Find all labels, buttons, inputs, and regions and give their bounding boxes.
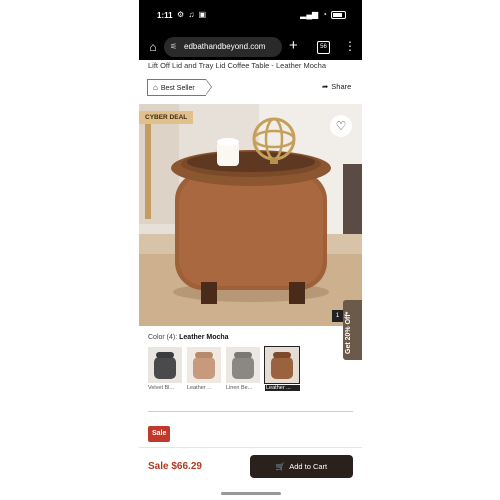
url-bar[interactable]: ⚟ edbathandbeyond.com <box>164 37 282 57</box>
ottoman-photo <box>139 104 362 326</box>
swatch-image <box>226 347 260 383</box>
home-badge-icon: ⌂ <box>153 83 158 92</box>
notification-icons: ⚙ ♫ ▣ <box>177 10 208 19</box>
color-swatches: Velvet Bl... Leather ... Linen Be... Lea… <box>148 346 362 397</box>
swatch-image <box>264 346 300 384</box>
tab-switcher-button[interactable]: 56 <box>317 41 330 54</box>
wishlist-heart-icon[interactable]: ♡ <box>330 115 352 137</box>
purchase-bar: Sale $66.29 🛒 Add to Cart <box>139 447 362 490</box>
promo-tab[interactable]: Get 20% Off* <box>343 300 362 360</box>
swatch-image <box>148 347 182 383</box>
cart-icon: 🛒 <box>275 462 286 471</box>
battery-icon <box>331 10 346 19</box>
product-image[interactable]: CYBER DEAL ♡ 1 <box>139 104 362 326</box>
swatch-linen[interactable]: Linen Be... <box>226 347 260 395</box>
sale-badge: Sale <box>148 426 171 442</box>
swatch-label: Leather ... <box>265 385 300 391</box>
selected-color-name: Leather Mocha <box>179 334 229 341</box>
status-time: 1:11 <box>157 11 173 20</box>
status-bar: 1:11 ⚙ ♫ ▣ ▂▄▆ ◔ <box>139 0 362 34</box>
swatch-label: Leather ... <box>187 385 212 391</box>
promo-label: Get 20% Off* <box>345 311 352 354</box>
share-icon: ➦ <box>322 82 329 91</box>
product-title: Lift Off Lid and Tray Lid Coffee Table -… <box>148 61 327 70</box>
gesture-bar[interactable] <box>221 492 281 495</box>
url-text: edbathandbeyond.com <box>184 42 266 51</box>
swatch-velvet[interactable]: Velvet Bl... <box>148 347 182 395</box>
image-index-indicator: 1 <box>332 310 343 322</box>
share-label: Share <box>331 82 352 91</box>
swatch-label: Velvet Bl... <box>148 385 174 391</box>
add-to-cart-label: Add to Cart <box>289 462 328 471</box>
share-button[interactable]: ➦ Share <box>322 82 351 91</box>
system-icons: ▂▄▆ ◔ <box>300 10 346 19</box>
more-menu-icon[interactable]: ⋮ <box>344 39 356 53</box>
cyber-deal-badge: CYBER DEAL <box>139 111 194 124</box>
browser-toolbar: ⌂ ⚟ edbathandbeyond.com + 56 ⋮ <box>139 34 362 60</box>
site-settings-icon[interactable]: ⚟ <box>170 37 184 57</box>
swatch-label: Linen Be... <box>226 385 253 391</box>
add-to-cart-button[interactable]: 🛒 Add to Cart <box>250 455 353 478</box>
signal-icon: ▂▄▆ <box>300 10 319 19</box>
new-tab-icon[interactable]: + <box>289 38 298 54</box>
sale-price: Sale $66.29 <box>148 461 202 472</box>
swatch-image <box>187 347 221 383</box>
swatch-leather-mocha[interactable]: Leather ... <box>264 346 300 395</box>
phone-screen: 1:11 ⚙ ♫ ▣ ▂▄▆ ◔ ⌂ ⚟ edbathandbeyond.com … <box>139 0 362 500</box>
best-seller-label: Best Seller <box>160 85 195 92</box>
wifi-icon: ◔ <box>322 10 327 19</box>
best-seller-badge: ⌂ Best Seller <box>147 79 212 96</box>
color-label: Color (4): Leather Mocha <box>148 334 229 341</box>
home-icon[interactable]: ⌂ <box>146 40 160 54</box>
section-divider <box>148 411 353 412</box>
swatch-leather-light[interactable]: Leather ... <box>187 347 221 395</box>
